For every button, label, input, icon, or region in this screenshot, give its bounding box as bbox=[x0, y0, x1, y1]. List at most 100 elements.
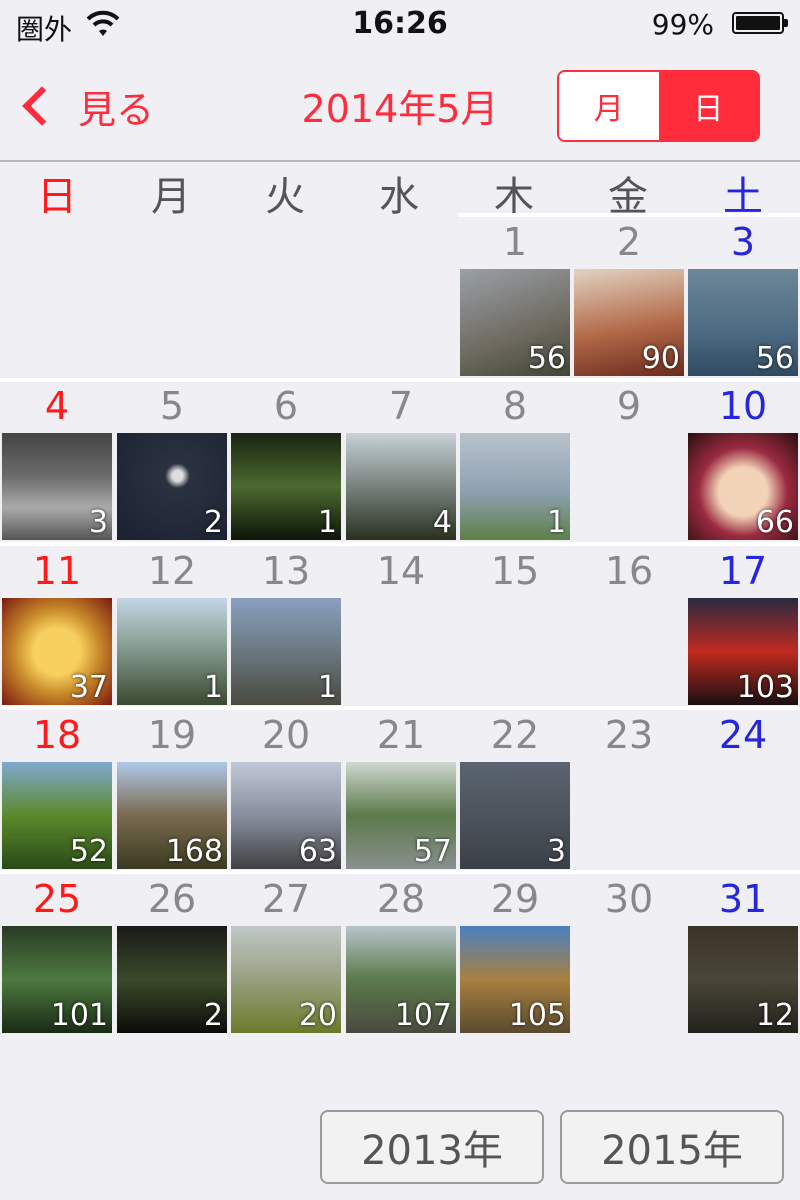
photo-thumbnail[interactable]: 1 bbox=[117, 598, 227, 705]
photo-thumbnail[interactable]: 1 bbox=[231, 433, 341, 540]
calendar-day-8[interactable]: 81 bbox=[460, 380, 570, 540]
calendar-day-22[interactable]: 22 3 bbox=[460, 709, 570, 869]
day-number: 31 bbox=[718, 877, 768, 921]
photo-count: 1 bbox=[203, 670, 223, 705]
photo-thumbnail[interactable]: 168 bbox=[117, 762, 227, 869]
calendar-day-21[interactable]: 21 57 bbox=[346, 709, 456, 869]
weekday-wednesday: 水 bbox=[379, 174, 419, 220]
day-number: 18 bbox=[32, 713, 82, 757]
photo-count: 56 bbox=[755, 341, 794, 376]
photo-count: 57 bbox=[413, 834, 452, 869]
photo-thumbnail[interactable]: 107 bbox=[346, 926, 456, 1033]
photo-count: 52 bbox=[69, 834, 108, 869]
day-number: 2 bbox=[616, 220, 642, 264]
calendar-day-11[interactable]: 11 37 bbox=[2, 545, 112, 705]
day-number: 11 bbox=[32, 549, 82, 593]
prev-year-button[interactable]: 2013年 bbox=[320, 1110, 544, 1184]
day-number: 27 bbox=[261, 877, 311, 921]
photo-thumbnail[interactable]: 3 bbox=[460, 762, 570, 869]
photo-count: 63 bbox=[298, 834, 337, 869]
day-number: 23 bbox=[604, 713, 654, 757]
photo-thumbnail[interactable]: 2 bbox=[117, 433, 227, 540]
photo-thumbnail[interactable]: 4 bbox=[346, 433, 456, 540]
calendar-day-3[interactable]: 3 56 bbox=[688, 216, 798, 376]
view-mode-segmented-control: 月 日 bbox=[557, 70, 760, 142]
photo-thumbnail[interactable]: 101 bbox=[2, 926, 112, 1033]
weekday-thursday: 木 bbox=[494, 174, 534, 220]
calendar-day-5[interactable]: 52 bbox=[117, 380, 227, 540]
battery-percent: 99% bbox=[651, 8, 714, 41]
week-separator bbox=[458, 213, 800, 217]
photo-count: 168 bbox=[165, 834, 223, 869]
calendar-day-1[interactable]: 1 56 bbox=[460, 216, 570, 376]
photo-count: 105 bbox=[508, 998, 566, 1033]
segment-month[interactable]: 月 bbox=[559, 72, 659, 140]
photo-count: 1 bbox=[317, 670, 337, 705]
photo-thumbnail[interactable]: 3 bbox=[2, 433, 112, 540]
photo-count: 66 bbox=[755, 505, 794, 540]
calendar-day-2[interactable]: 2 90 bbox=[574, 216, 684, 376]
calendar-day-4[interactable]: 43 bbox=[2, 380, 112, 540]
photo-count: 1 bbox=[546, 505, 566, 540]
day-number: 3 bbox=[730, 220, 756, 264]
week-separator bbox=[0, 542, 800, 546]
day-number: 29 bbox=[490, 877, 540, 921]
calendar-day-19[interactable]: 19 168 bbox=[117, 709, 227, 869]
photo-thumbnail[interactable]: 57 bbox=[346, 762, 456, 869]
calendar-day-28[interactable]: 28 107 bbox=[346, 873, 456, 1033]
calendar-day-20[interactable]: 20 63 bbox=[231, 709, 341, 869]
chevron-left-icon bbox=[22, 86, 62, 126]
calendar-day-31[interactable]: 31 12 bbox=[688, 873, 798, 1033]
photo-count: 2 bbox=[203, 505, 223, 540]
photo-thumbnail[interactable]: 52 bbox=[2, 762, 112, 869]
photo-thumbnail[interactable]: 63 bbox=[231, 762, 341, 869]
navigation-bar: 見る 2014年5月 月 日 bbox=[0, 52, 800, 162]
day-number: 28 bbox=[376, 877, 426, 921]
photo-count: 103 bbox=[736, 670, 794, 705]
photo-thumbnail[interactable]: 105 bbox=[460, 926, 570, 1033]
calendar-day-6[interactable]: 61 bbox=[231, 380, 341, 540]
photo-count: 37 bbox=[69, 670, 108, 705]
day-number: 21 bbox=[376, 713, 426, 757]
photo-count: 12 bbox=[755, 998, 794, 1033]
photo-thumbnail[interactable]: 1 bbox=[231, 598, 341, 705]
photo-thumbnail[interactable]: 1 bbox=[460, 433, 570, 540]
calendar-day-12[interactable]: 12 1 bbox=[117, 545, 227, 705]
calendar-day-7[interactable]: 74 bbox=[346, 380, 456, 540]
day-number: 13 bbox=[261, 549, 311, 593]
week-separator bbox=[0, 706, 800, 710]
day-number: 26 bbox=[147, 877, 197, 921]
calendar-day-27[interactable]: 27 20 bbox=[231, 873, 341, 1033]
photo-thumbnail[interactable]: 2 bbox=[117, 926, 227, 1033]
photo-thumbnail[interactable]: 66 bbox=[688, 433, 798, 540]
next-year-button[interactable]: 2015年 bbox=[560, 1110, 784, 1184]
calendar-day-25[interactable]: 25 101 bbox=[2, 873, 112, 1033]
back-button-label: 見る bbox=[78, 87, 155, 132]
calendar-day-9: 9 bbox=[574, 380, 684, 540]
calendar-day-10[interactable]: 10 66 bbox=[688, 380, 798, 540]
calendar-day-26[interactable]: 26 2 bbox=[117, 873, 227, 1033]
photo-thumbnail[interactable]: 103 bbox=[688, 598, 798, 705]
photo-thumbnail[interactable]: 56 bbox=[460, 269, 570, 376]
photo-count: 101 bbox=[50, 998, 108, 1033]
photo-count: 90 bbox=[641, 341, 680, 376]
calendar-day-18[interactable]: 18 52 bbox=[2, 709, 112, 869]
back-button[interactable]: 見る bbox=[18, 76, 154, 136]
segment-day[interactable]: 日 bbox=[658, 72, 758, 140]
calendar-day-30: 30 bbox=[574, 873, 684, 1033]
day-number: 20 bbox=[261, 713, 311, 757]
calendar-day-17[interactable]: 17 103 bbox=[688, 545, 798, 705]
week-separator bbox=[0, 378, 800, 382]
calendar-day-13[interactable]: 13 1 bbox=[231, 545, 341, 705]
photo-thumbnail[interactable]: 20 bbox=[231, 926, 341, 1033]
photo-count: 20 bbox=[298, 998, 337, 1033]
photo-thumbnail[interactable]: 12 bbox=[688, 926, 798, 1033]
photo-thumbnail[interactable]: 37 bbox=[2, 598, 112, 705]
calendar-day-29[interactable]: 29 105 bbox=[460, 873, 570, 1033]
status-bar: 圏外 16:26 99% bbox=[0, 0, 800, 52]
day-number: 5 bbox=[159, 384, 185, 428]
day-number: 6 bbox=[273, 384, 299, 428]
photo-count: 2 bbox=[203, 998, 223, 1033]
photo-thumbnail[interactable]: 56 bbox=[688, 269, 798, 376]
photo-thumbnail[interactable]: 90 bbox=[574, 269, 684, 376]
